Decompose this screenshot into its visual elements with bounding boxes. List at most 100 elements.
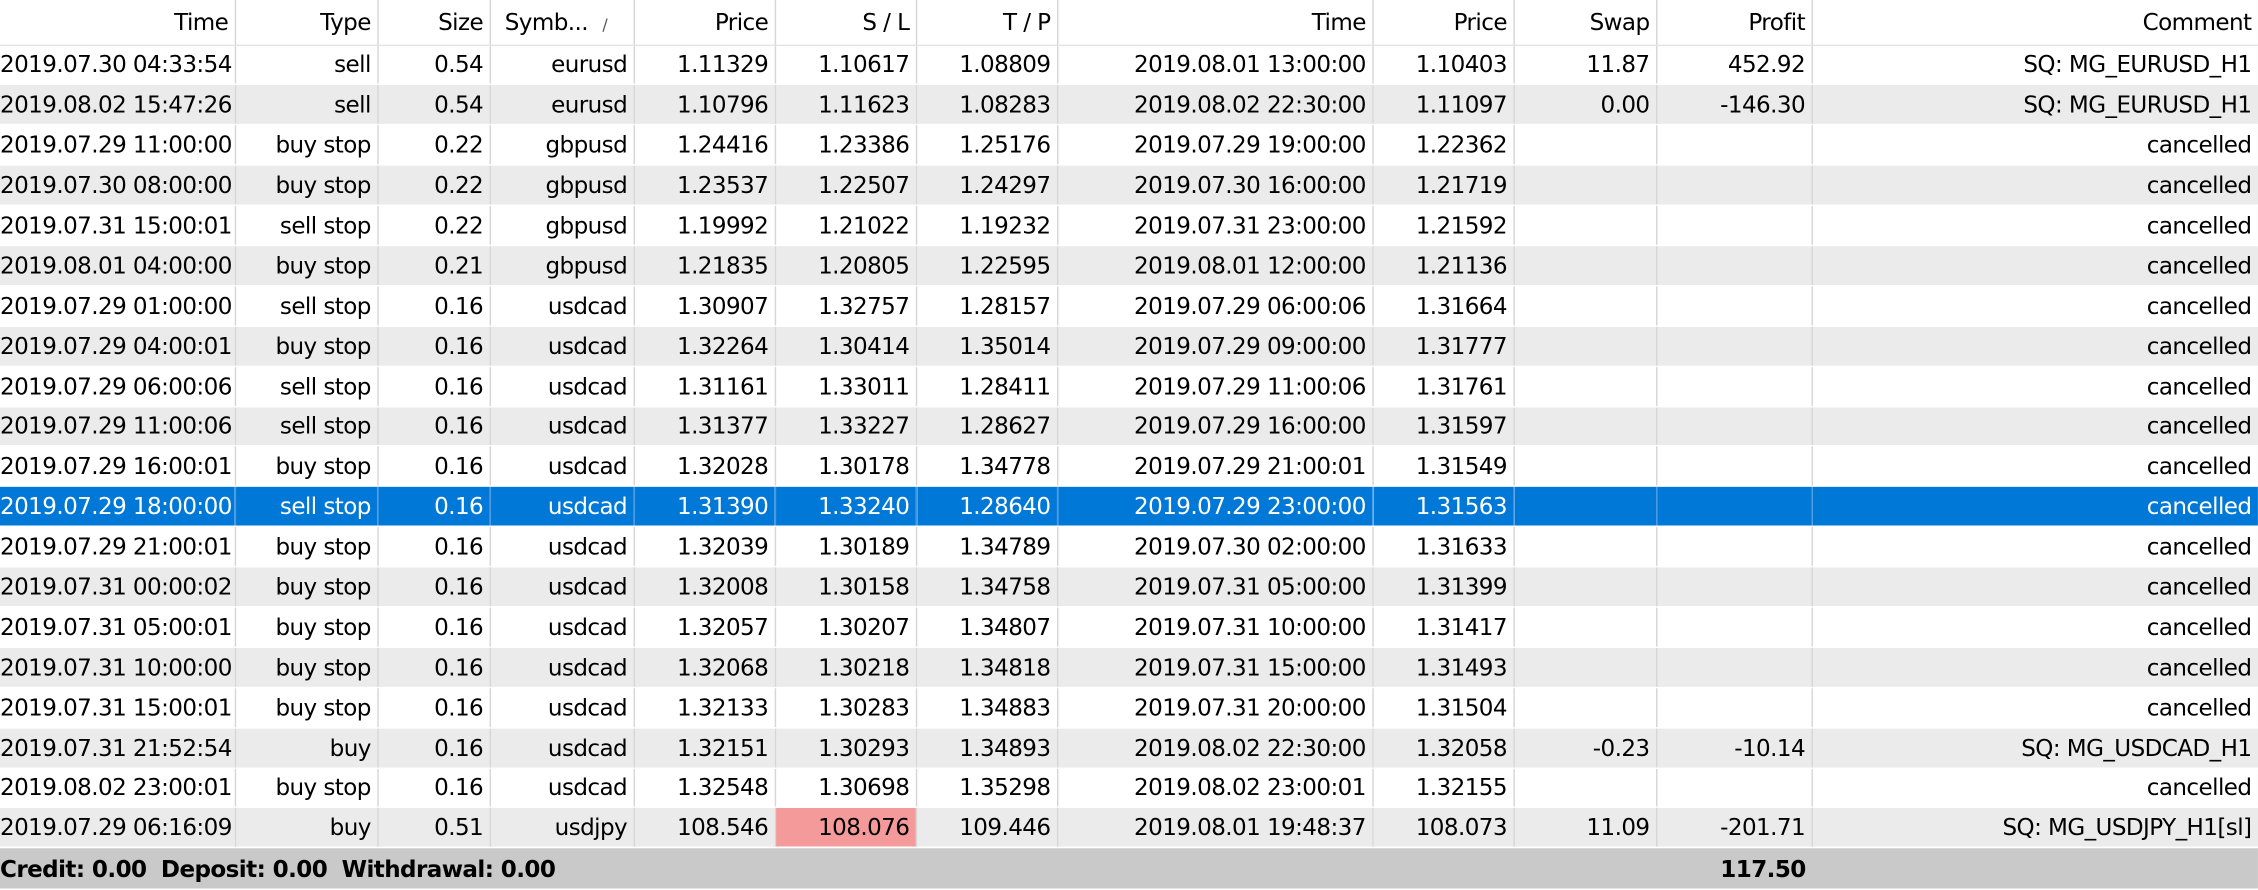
type-cell: buy stop	[234, 687, 379, 729]
col-symbol-header[interactable]: Symb... /	[489, 0, 635, 46]
type-cell: sell stop	[234, 486, 379, 528]
sl-cell: 1.30218	[774, 647, 917, 688]
symbol-cell: eurusd	[489, 84, 635, 126]
table-row[interactable]: 2019.07.29 21:00:01 buy stop 0.16 usdcad 1.3…	[0, 526, 2258, 568]
size-cell: 0.16	[377, 446, 491, 488]
profit-cell	[1656, 606, 1813, 648]
open-price-cell: 1.31161	[633, 365, 776, 407]
type-cell: sell stop	[234, 205, 379, 247]
col-open-time-header[interactable]: Time	[0, 0, 236, 46]
table-row[interactable]: 2019.07.31 15:00:01 sell stop 0.22 gbpusd 1.…	[0, 205, 2258, 247]
swap-cell	[1513, 446, 1657, 488]
table-row[interactable]: 2019.08.01 04:00:00 buy stop 0.21 gbpusd 1.2…	[0, 245, 2258, 287]
table-row[interactable]: 2019.07.31 10:00:00 buy stop 0.16 usdcad 1.3…	[0, 647, 2258, 688]
col-comment-header[interactable]: Comment	[1811, 0, 2258, 46]
table-row[interactable]: 2019.07.29 16:00:01 buy stop 0.16 usdcad 1.3…	[0, 446, 2258, 488]
table-row[interactable]: 2019.07.30 08:00:00 buy stop 0.22 gbpusd 1.2…	[0, 165, 2258, 207]
symbol-cell: gbpusd	[489, 165, 635, 207]
table-row[interactable]: 2019.08.02 15:47:26 sell 0.54 eurusd 1.10796…	[0, 84, 2258, 126]
swap-cell	[1513, 566, 1657, 608]
table-row[interactable]: 2019.07.31 00:00:02 buy stop 0.16 usdcad 1.3…	[0, 566, 2258, 608]
sort-indicator-icon: /	[602, 15, 608, 35]
size-cell: 0.16	[377, 687, 491, 729]
sl-cell: 1.10617	[774, 44, 917, 86]
history-table: Time Type Size Symb... / Price S / L T / …	[0, 0, 2258, 890]
comment-cell: cancelled	[1811, 566, 2258, 608]
close-price-cell: 1.31504	[1372, 687, 1515, 729]
col-open-price-header[interactable]: Price	[633, 0, 776, 46]
swap-cell	[1513, 285, 1657, 327]
open-time-cell: 2019.07.29 11:00:00	[0, 124, 236, 166]
close-time-cell: 2019.07.31 05:00:00	[1056, 566, 1374, 608]
open-price-cell: 1.24416	[633, 124, 776, 166]
table-row[interactable]: 2019.07.29 06:00:06 sell stop 0.16 usdcad 1.…	[0, 365, 2258, 407]
symbol-cell: eurusd	[489, 44, 635, 86]
type-cell: buy	[234, 727, 379, 769]
type-cell: buy stop	[234, 767, 379, 809]
swap-cell: 0.00	[1513, 84, 1657, 126]
col-size-header[interactable]: Size	[377, 0, 491, 46]
close-price-cell: 1.21592	[1372, 205, 1515, 247]
comment-cell: cancelled	[1811, 325, 2258, 367]
credit-value: 0.00	[91, 855, 147, 883]
open-time-cell: 2019.08.01 04:00:00	[0, 245, 236, 287]
symbol-cell: gbpusd	[489, 245, 635, 287]
col-swap-header[interactable]: Swap	[1513, 0, 1657, 46]
col-type-header[interactable]: Type	[234, 0, 379, 46]
table-row[interactable]: 2019.07.29 18:00:00 sell stop 0.16 usdcad 1.…	[0, 486, 2258, 528]
tp-cell: 1.34883	[915, 687, 1058, 729]
col-close-price-header[interactable]: Price	[1372, 0, 1515, 46]
comment-cell: cancelled	[1811, 486, 2258, 528]
swap-cell	[1513, 687, 1657, 729]
table-row[interactable]: 2019.07.29 01:00:00 sell stop 0.16 usdcad 1.…	[0, 285, 2258, 327]
sl-cell: 1.30698	[774, 767, 917, 809]
sl-cell: 1.21022	[774, 205, 917, 247]
open-time-cell: 2019.07.29 06:16:09	[0, 807, 236, 849]
close-time-cell: 2019.07.31 23:00:00	[1056, 205, 1374, 247]
table-row[interactable]: 2019.08.02 23:00:01 buy stop 0.16 usdcad 1.3…	[0, 767, 2258, 809]
profit-cell	[1656, 647, 1813, 688]
tp-cell: 1.35014	[915, 325, 1058, 367]
size-cell: 0.22	[377, 124, 491, 166]
profit-cell: -146.30	[1656, 84, 1813, 126]
col-profit-header[interactable]: Profit	[1656, 0, 1813, 46]
open-price-cell: 1.31377	[633, 406, 776, 447]
open-price-cell: 108.546	[633, 807, 776, 849]
type-cell: sell stop	[234, 406, 379, 447]
tp-cell: 1.08283	[915, 84, 1058, 126]
table-row[interactable]: 2019.07.30 04:33:54 sell 0.54 eurusd 1.11329…	[0, 44, 2258, 86]
tp-cell: 1.08809	[915, 44, 1058, 86]
close-price-cell: 1.32058	[1372, 727, 1515, 769]
close-price-cell: 1.31549	[1372, 446, 1515, 488]
tp-cell: 1.34758	[915, 566, 1058, 608]
sl-cell: 108.076	[774, 807, 917, 849]
close-price-cell: 1.31777	[1372, 325, 1515, 367]
table-row[interactable]: 2019.07.31 15:00:01 buy stop 0.16 usdcad 1.3…	[0, 687, 2258, 729]
summary-row: Credit: 0.00 Deposit: 0.00 Withdrawal: 0.0…	[0, 847, 2258, 890]
col-close-time-header[interactable]: Time	[1056, 0, 1374, 46]
open-price-cell: 1.21835	[633, 245, 776, 287]
close-time-cell: 2019.08.01 12:00:00	[1056, 245, 1374, 287]
tp-cell: 1.24297	[915, 165, 1058, 207]
table-row[interactable]: 2019.07.29 04:00:01 buy stop 0.16 usdcad 1.3…	[0, 325, 2258, 367]
type-cell: buy stop	[234, 165, 379, 207]
table-row[interactable]: 2019.07.29 11:00:00 buy stop 0.22 gbpusd 1.2…	[0, 124, 2258, 166]
table-row[interactable]: 2019.07.29 11:00:06 sell stop 0.16 usdcad 1.…	[0, 406, 2258, 447]
swap-cell	[1513, 647, 1657, 688]
profit-cell	[1656, 365, 1813, 407]
close-time-cell: 2019.07.29 16:00:00	[1056, 406, 1374, 447]
table-row[interactable]: 2019.07.31 21:52:54 buy 0.16 usdcad 1.32151 1…	[0, 727, 2258, 769]
open-time-cell: 2019.07.29 01:00:00	[0, 285, 236, 327]
table-row[interactable]: 2019.07.31 05:00:01 buy stop 0.16 usdcad 1.3…	[0, 606, 2258, 648]
table-row[interactable]: 2019.07.29 06:16:09 buy 0.51 usdjpy 108.546 1…	[0, 807, 2258, 849]
open-time-cell: 2019.07.31 21:52:54	[0, 727, 236, 769]
profit-cell	[1656, 486, 1813, 528]
close-time-cell: 2019.08.02 22:30:00	[1056, 727, 1374, 769]
col-sl-header[interactable]: S / L	[774, 0, 917, 46]
type-cell: buy stop	[234, 606, 379, 648]
withdrawal-value: 0.00	[500, 855, 556, 883]
close-price-cell: 1.21136	[1372, 245, 1515, 287]
close-time-cell: 2019.08.02 23:00:01	[1056, 767, 1374, 809]
col-tp-header[interactable]: T / P	[915, 0, 1058, 46]
profit-cell	[1656, 285, 1813, 327]
